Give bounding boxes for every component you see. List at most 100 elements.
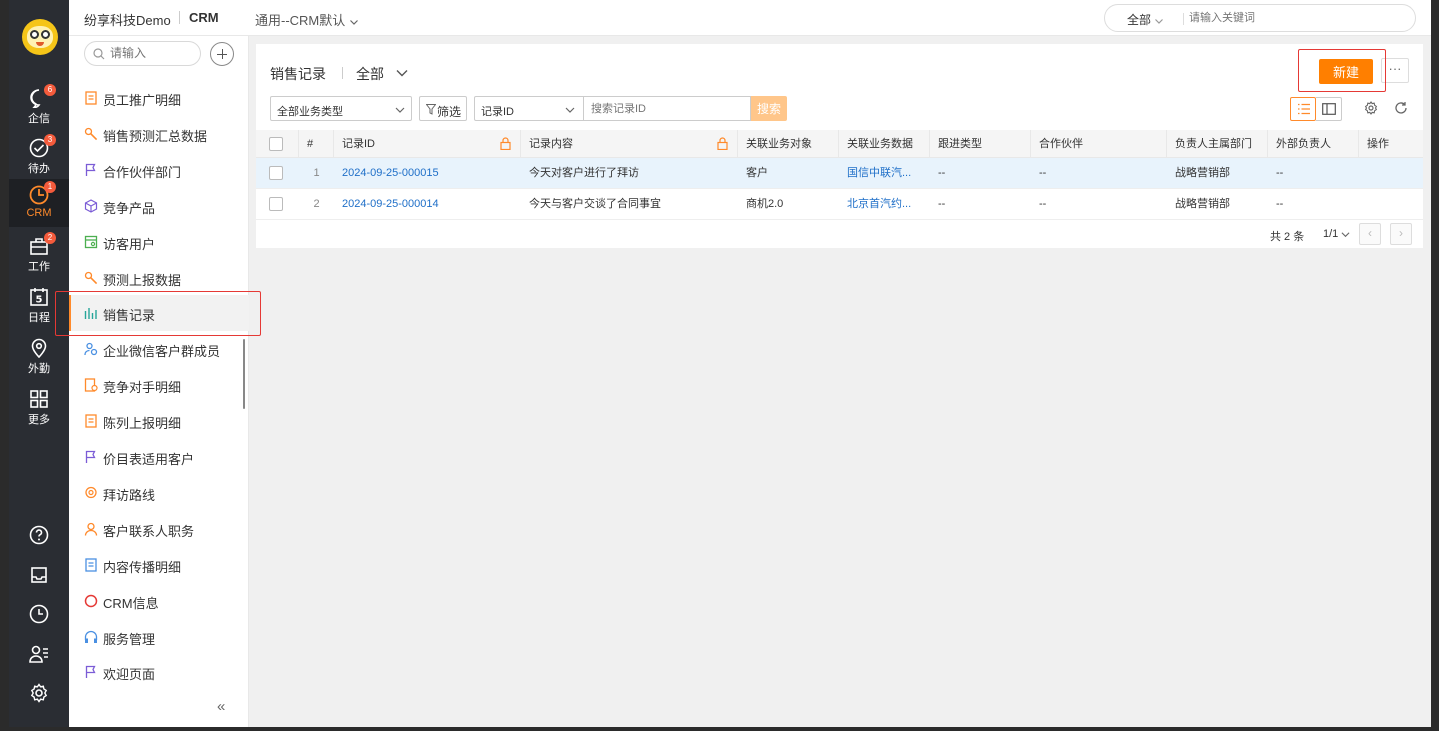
menu-item[interactable]: 访客用户 [69,224,249,260]
wrench-icon [84,127,98,141]
scope-selector[interactable]: 全部 [356,64,384,84]
global-search-scope[interactable]: 全部 [1127,11,1164,28]
menu-item[interactable]: 欢迎页面 [69,654,249,690]
column-header-related-object[interactable]: 关联业务对象 [738,130,839,158]
list-view-toggle[interactable] [1290,97,1316,121]
menu-item-label: 员工推广明细 [103,93,182,108]
search-field-value: 记录ID [481,106,514,118]
nav-item-work[interactable]: 2 工作 [9,230,69,278]
nav-item-qixin[interactable]: 6 企信 [9,82,69,130]
gear-icon[interactable] [29,683,49,703]
global-search-input[interactable] [1189,9,1389,27]
inbox-icon[interactable] [29,565,49,585]
app-window: 6 企信 3 待办 1 CRM 2 工作 5 日程 外勤 更多 纷享科技Demo… [9,0,1431,727]
menu-item[interactable]: 竞争对手明细 [69,367,249,403]
list-card: 销售记录 全部 新建 ··· 全部业务类型 筛选 记录ID 搜索记录ID 搜索 … [256,44,1423,248]
menu-item[interactable]: 合作伙伴部门 [69,152,249,188]
column-header-external-owner[interactable]: 外部负责人 [1268,130,1359,158]
menu-scrollbar[interactable] [243,339,245,409]
filter-button[interactable]: 筛选 [419,96,467,121]
menu-item[interactable]: 销售预测汇总数据 [69,116,249,152]
settings-icon[interactable] [1364,101,1378,115]
menu-item[interactable]: 服务管理 [69,619,249,655]
nav-badge-qixin: 6 [44,84,56,96]
row-checkbox[interactable] [269,166,283,180]
column-header-owner-dept[interactable]: 负责人主属部门 [1167,130,1268,158]
select-all-checkbox[interactable] [269,137,283,151]
chevron-down-icon [565,107,575,113]
column-header-record-id[interactable]: 记录ID [334,130,521,158]
menu-item[interactable]: 拜访路线 [69,475,249,511]
column-header-related-data[interactable]: 关联业务数据 [839,130,930,158]
menu-item[interactable]: CRM信息 [69,583,249,619]
cell-record-id[interactable]: 2024-09-25-000015 [334,158,521,189]
total-count: 共 2 条 [1270,231,1305,243]
cell-related-data[interactable]: 国信中联汽... [839,158,930,189]
menu-item-label: 销售预测汇总数据 [103,128,208,144]
column-header-index[interactable]: # [299,130,334,158]
highlight-box-menu-item [55,291,261,336]
doc-icon [85,91,97,105]
column-header-follow-type[interactable]: 跟进类型 [930,130,1031,158]
menu-item-label: 竞争产品 [103,200,156,216]
menu-item[interactable]: 内容传播明细 [69,547,249,583]
lock-icon [717,137,728,150]
menu-item-label: 服务管理 [103,631,156,647]
next-page-button[interactable]: › [1390,223,1412,245]
keyword-search-input[interactable] [584,96,751,121]
refresh-icon[interactable] [1394,101,1408,115]
add-menu-button[interactable] [210,42,234,66]
clock-icon[interactable] [29,604,49,624]
chevron-down-icon [395,107,405,113]
collapse-menu-icon[interactable]: « [217,698,225,715]
chevron-down-icon [1155,18,1164,24]
company-name[interactable]: 纷享科技Demo [84,10,171,29]
row-checkbox[interactable] [269,197,283,211]
column-header-actions: 操作 [1367,138,1389,150]
menu-search-input[interactable] [110,46,195,60]
prev-page-button[interactable]: ‹ [1359,223,1381,245]
search-icon [93,48,105,60]
menu-item[interactable]: 客户联系人职务 [69,511,249,547]
workspace-selector[interactable]: 通用--CRM默认 [255,10,359,29]
nav-label-more: 更多 [28,414,50,426]
cell-record-id[interactable]: 2024-09-25-000014 [334,189,521,220]
cell-follow-type: -- [938,167,946,179]
chevron-down-icon[interactable] [395,66,409,80]
search-button[interactable]: 搜索 [751,96,787,121]
calendar-day-number: 5 [36,295,43,306]
flag-icon [85,450,96,463]
nav-label-work: 工作 [28,261,50,273]
column-header-partner[interactable]: 合作伙伴 [1031,130,1167,158]
menu-item[interactable]: 企业微信客户群成员 [69,331,249,367]
column-header-record-content[interactable]: 记录内容 [521,130,738,158]
cell-related-data[interactable]: 北京首汽约... [839,189,930,220]
doc-icon [85,414,97,428]
business-type-select[interactable]: 全部业务类型 [270,96,412,121]
menu-item[interactable]: 员工推广明细 [69,80,249,116]
table-row[interactable]: 1 2024-09-25-000015 今天对客户进行了拜访 客户 国信中联汽... --… [256,158,1423,189]
wrench-icon [84,271,98,284]
contacts-icon[interactable] [29,644,49,664]
flag-icon [85,666,96,679]
menu-item[interactable]: 竞争产品 [69,188,249,224]
avatar[interactable] [22,19,58,55]
main-content: 销售记录 全部 新建 ··· 全部业务类型 筛选 记录ID 搜索记录ID 搜索 … [249,36,1431,727]
nav-item-todo[interactable]: 3 待办 [9,132,69,180]
menu-search [84,41,201,66]
header-checkbox-cell [256,130,299,158]
topbar-divider [179,11,180,24]
nav-item-crm[interactable]: 1 CRM [9,179,69,227]
help-icon[interactable] [29,525,49,545]
menu-item[interactable]: 陈列上报明细 [69,403,249,439]
page-indicator[interactable]: 1/1 [1323,228,1350,240]
nav-item-more[interactable]: 更多 [9,383,69,431]
table-row[interactable]: 2 2024-09-25-000014 今天与客户交谈了合同事宜 商机2.0 北京首汽约… [256,189,1423,220]
search-field-select[interactable]: 记录ID [474,96,584,121]
doc-icon [85,558,97,572]
left-nav: 6 企信 3 待办 1 CRM 2 工作 5 日程 外勤 更多 [9,0,69,727]
page-title: 销售记录 [270,66,326,82]
menu-item[interactable]: 价目表适用客户 [69,439,249,475]
split-view-toggle[interactable] [1316,97,1342,121]
nav-item-field[interactable]: 外勤 [9,332,69,380]
